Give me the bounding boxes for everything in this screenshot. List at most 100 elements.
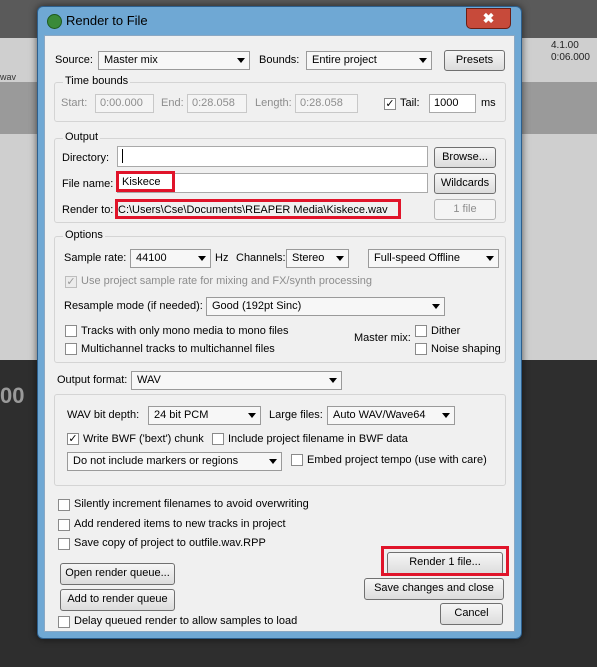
cancel-button[interactable]: Cancel — [440, 603, 503, 625]
dither-label: Dither — [431, 325, 461, 337]
start-field[interactable]: 0:00.000 — [95, 94, 154, 113]
output-format-label: Output format: — [57, 374, 128, 386]
reaper-app-icon — [47, 14, 62, 29]
multichannel-label: Multichannel tracks to multichannel file… — [81, 343, 275, 355]
bwf-chunk-label: Write BWF ('bext') chunk — [83, 433, 204, 445]
output-format-select[interactable]: WAV — [131, 371, 342, 390]
start-label: Start: — [61, 97, 88, 109]
channels-value: Stereo — [292, 252, 325, 264]
save-copy-checkbox[interactable] — [58, 538, 70, 550]
length-label: Length: — [255, 97, 292, 109]
silently-increment-checkbox[interactable] — [58, 499, 70, 511]
render-speed-select[interactable]: Full-speed Offline — [368, 249, 499, 268]
master-mix-label: Master mix: — [354, 332, 411, 344]
sample-rate-select[interactable]: 44100 — [130, 249, 211, 268]
embed-tempo-checkbox[interactable] — [291, 454, 303, 466]
use-project-rate-label: Use project sample rate for mixing and F… — [81, 275, 373, 287]
channels-select[interactable]: Stereo — [286, 249, 349, 268]
tail-field[interactable]: 1000 — [429, 94, 476, 113]
browse-button[interactable]: Browse... — [434, 147, 496, 168]
time-bounds-title: Time bounds — [63, 75, 131, 87]
large-files-label: Large files: — [269, 409, 323, 421]
source-value: Master mix — [104, 54, 158, 66]
chevron-down-icon — [419, 58, 427, 63]
big-time-display: 00 — [0, 383, 25, 408]
chevron-down-icon — [442, 413, 450, 418]
render-to-label: Render to: — [62, 204, 114, 216]
wildcards-button[interactable]: Wildcards — [434, 173, 496, 194]
chevron-down-icon — [269, 459, 277, 464]
mono-media-label: Tracks with only mono media to mono file… — [81, 325, 289, 337]
include-filename-checkbox[interactable] — [212, 433, 224, 445]
bounds-value: Entire project — [312, 54, 377, 66]
bwf-chunk-checkbox[interactable]: ✓ — [67, 433, 79, 445]
close-button[interactable]: ✖ — [466, 8, 511, 29]
resample-label: Resample mode (if needed): — [64, 300, 203, 312]
use-project-rate-checkbox[interactable]: ✓ — [65, 276, 77, 288]
render-path-highlight — [115, 199, 401, 219]
multichannel-checkbox[interactable] — [65, 343, 77, 355]
delay-queued-checkbox[interactable] — [58, 616, 70, 628]
render-button-highlight — [381, 546, 509, 576]
chevron-down-icon — [432, 304, 440, 309]
bit-depth-value: 24 bit PCM — [154, 409, 209, 421]
options-title: Options — [63, 229, 105, 241]
end-label: End: — [161, 97, 184, 109]
large-files-select[interactable]: Auto WAV/Wave64 — [327, 406, 455, 425]
tail-unit: ms — [481, 97, 496, 109]
render-dialog: Render to File ✖ Source: Master mix Boun… — [37, 6, 522, 639]
tail-label: Tail: — [400, 97, 420, 109]
directory-label: Directory: — [62, 152, 110, 164]
presets-button[interactable]: Presets — [444, 50, 505, 71]
add-to-tracks-label: Add rendered items to new tracks in proj… — [74, 518, 286, 530]
bounds-label: Bounds: — [259, 54, 300, 66]
chevron-down-icon — [486, 256, 494, 261]
text-cursor — [122, 149, 123, 163]
silently-increment-label: Silently increment filenames to avoid ov… — [74, 498, 309, 510]
resample-value: Good (192pt Sinc) — [212, 300, 302, 312]
length-field[interactable]: 0:28.058 — [295, 94, 358, 113]
add-to-render-queue-button[interactable]: Add to render queue — [60, 589, 175, 611]
dither-checkbox[interactable] — [415, 325, 427, 337]
output-title: Output — [63, 131, 101, 143]
source-select[interactable]: Master mix — [98, 51, 250, 70]
chevron-down-icon — [329, 378, 337, 383]
chevron-down-icon — [336, 256, 344, 261]
output-format-value: WAV — [137, 374, 161, 386]
file-count-button[interactable]: 1 file — [434, 199, 496, 220]
ruler-time-readout: 4.1.00 0:06.000 — [551, 40, 590, 63]
noise-shaping-label: Noise shaping — [431, 343, 501, 355]
large-files-value: Auto WAV/Wave64 — [333, 409, 426, 421]
mono-media-checkbox[interactable] — [65, 325, 77, 337]
hz-label: Hz — [215, 252, 229, 264]
bounds-select[interactable]: Entire project — [306, 51, 432, 70]
include-filename-label: Include project filename in BWF data — [228, 433, 408, 445]
render-speed-value: Full-speed Offline — [374, 252, 461, 264]
sample-rate-value: 44100 — [136, 252, 167, 264]
noise-shaping-checkbox[interactable] — [415, 343, 427, 355]
channels-label: Channels: — [236, 252, 286, 264]
chevron-down-icon — [248, 413, 256, 418]
tail-checkbox[interactable]: ✓ — [384, 98, 396, 110]
bit-depth-select[interactable]: 24 bit PCM — [148, 406, 261, 425]
add-to-tracks-checkbox[interactable] — [58, 519, 70, 531]
save-and-close-button[interactable]: Save changes and close — [364, 578, 504, 600]
markers-select[interactable]: Do not include markers or regions — [67, 452, 282, 471]
title-bar[interactable]: Render to File ✖ — [38, 7, 521, 35]
chevron-down-icon — [198, 256, 206, 261]
save-copy-label: Save copy of project to outfile.wav.RPP — [74, 537, 266, 549]
end-field[interactable]: 0:28.058 — [187, 94, 247, 113]
filename-highlight — [116, 171, 175, 192]
resample-select[interactable]: Good (192pt Sinc) — [206, 297, 445, 316]
source-label: Source: — [55, 54, 93, 66]
filename-label: File name: — [62, 178, 114, 190]
track-label: wav — [0, 72, 17, 82]
embed-tempo-label: Embed project tempo (use with care) — [307, 454, 487, 466]
directory-field[interactable] — [117, 146, 428, 167]
dialog-title: Render to File — [66, 13, 148, 28]
delay-queued-label: Delay queued render to allow samples to … — [74, 615, 298, 627]
chevron-down-icon — [237, 58, 245, 63]
open-render-queue-button[interactable]: Open render queue... — [60, 563, 175, 585]
markers-value: Do not include markers or regions — [73, 455, 239, 467]
sample-rate-label: Sample rate: — [64, 252, 127, 264]
